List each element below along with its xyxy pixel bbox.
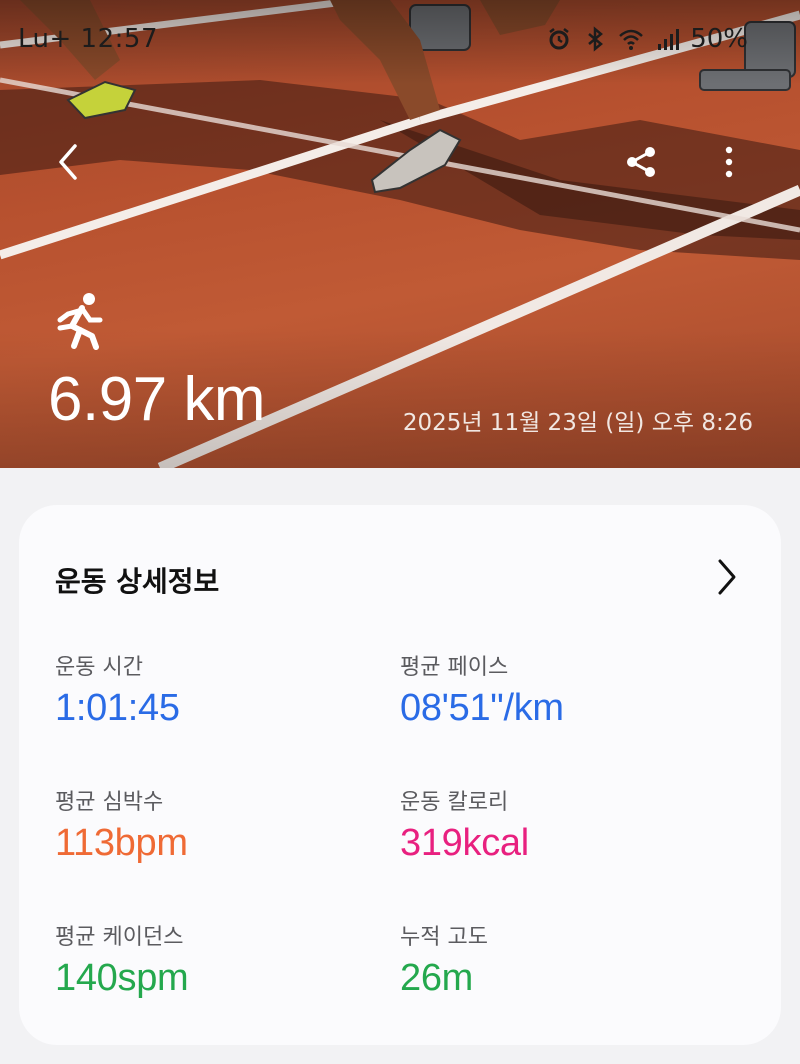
- more-vertical-icon: [725, 146, 733, 178]
- chevron-left-icon: [59, 144, 77, 180]
- share-button[interactable]: [617, 138, 665, 186]
- alarm-icon: [549, 28, 569, 50]
- stat-value: 1:01:45: [55, 687, 180, 729]
- share-icon: [627, 147, 655, 177]
- workout-datetime: 2025년 11월 23일 (일) 오후 8:26: [402, 410, 753, 436]
- stat-value: 26m: [400, 957, 474, 999]
- stat-workout-time: 운동 시간 1:01:45: [55, 649, 180, 730]
- stat-elevation-gain: 누적 고도 26m: [400, 919, 488, 1000]
- stat-label: 평균 심박수: [55, 790, 164, 815]
- status-icons: 50%: [546, 24, 748, 54]
- stat-value: 140spm: [55, 957, 189, 999]
- hero-banner: Lu+ 12:57 50% 6.97 km 2025년 11월 23일 (일) …: [0, 0, 800, 468]
- battery-percent: 50%: [690, 24, 748, 54]
- stat-value: 113bpm: [55, 822, 188, 864]
- stat-label: 운동 칼로리: [400, 790, 509, 815]
- workout-details-card[interactable]: 운동 상세정보 운동 시간 1:01:45 평균 페이스 08'51"/km 평…: [19, 505, 781, 1045]
- wifi-icon: [619, 29, 644, 50]
- stat-value: 319kcal: [400, 822, 529, 864]
- details-open-button[interactable]: [707, 555, 747, 599]
- stat-label: 누적 고도: [400, 925, 488, 950]
- running-icon: [57, 293, 103, 350]
- stat-label: 평균 케이던스: [55, 925, 184, 950]
- status-bar: Lu+ 12:57 50%: [0, 0, 800, 80]
- details-title: 운동 상세정보: [55, 565, 220, 598]
- stat-value: 08'51"/km: [400, 687, 564, 729]
- bluetooth-icon: [588, 26, 604, 52]
- more-options-button[interactable]: [705, 138, 753, 186]
- signal-icon: [658, 29, 680, 50]
- stat-average-pace: 평균 페이스 08'51"/km: [400, 649, 564, 730]
- stat-average-heart-rate: 평균 심박수 113bpm: [55, 784, 188, 865]
- back-button[interactable]: [44, 138, 92, 186]
- stat-calories: 운동 칼로리 319kcal: [400, 784, 529, 865]
- chevron-right-icon: [718, 559, 736, 595]
- total-distance: 6.97 km: [48, 365, 266, 434]
- stat-label: 운동 시간: [55, 655, 143, 680]
- stat-average-cadence: 평균 케이던스 140spm: [55, 919, 189, 1000]
- status-carrier-time: Lu+ 12:57: [18, 24, 158, 54]
- stat-label: 평균 페이스: [400, 655, 509, 680]
